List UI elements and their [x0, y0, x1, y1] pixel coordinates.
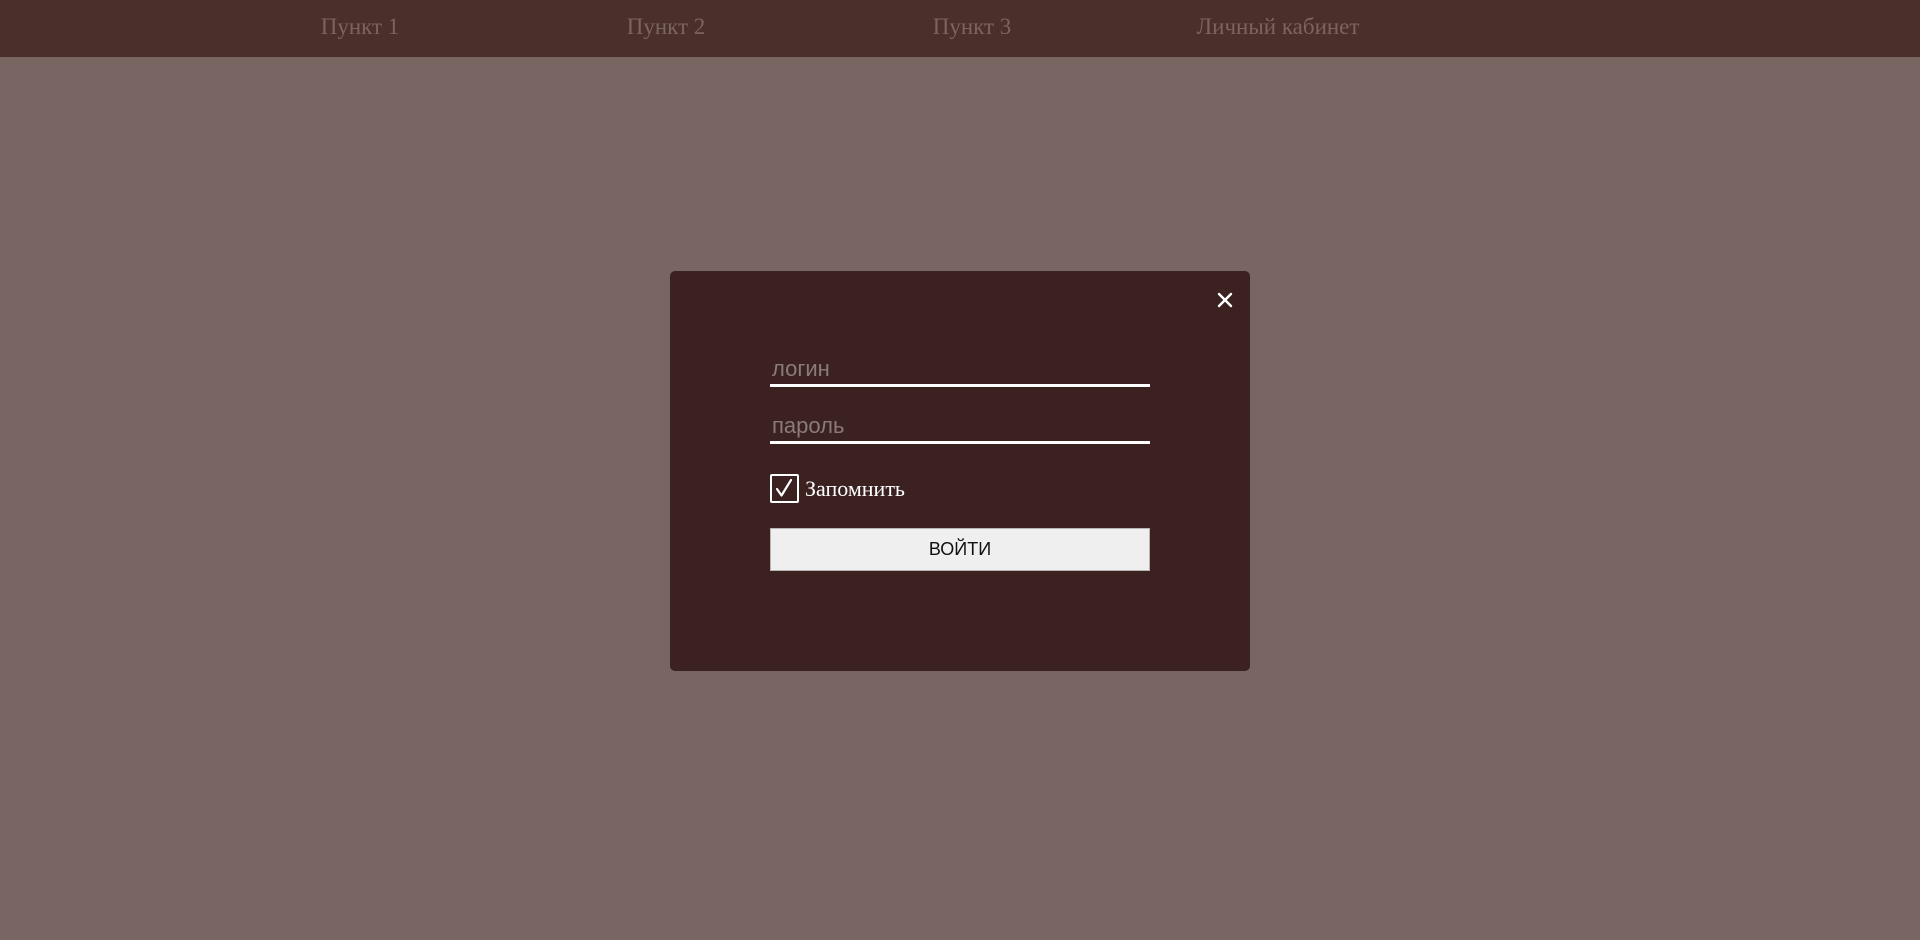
- login-submit-button[interactable]: ВОЙТИ: [770, 528, 1150, 571]
- checkmark-icon: [775, 478, 793, 497]
- nav-item-3[interactable]: Пункт 3: [862, 0, 1082, 53]
- remember-label: Запомнить: [805, 475, 905, 501]
- remember-checkbox[interactable]: [770, 474, 799, 503]
- nav-item-personal-account[interactable]: Личный кабинет: [1168, 0, 1388, 53]
- nav-item-1[interactable]: Пункт 1: [250, 0, 470, 53]
- login-input[interactable]: [770, 353, 1150, 387]
- password-input[interactable]: [770, 410, 1150, 444]
- nav-item-2[interactable]: Пункт 2: [556, 0, 776, 53]
- top-navigation: Пункт 1 Пункт 2 Пункт 3 Личный кабинет: [0, 0, 1920, 57]
- close-icon: [1217, 292, 1233, 308]
- remember-me-option[interactable]: Запомнить: [770, 474, 905, 503]
- close-button[interactable]: [1213, 288, 1237, 312]
- login-modal: Запомнить ВОЙТИ: [670, 271, 1250, 671]
